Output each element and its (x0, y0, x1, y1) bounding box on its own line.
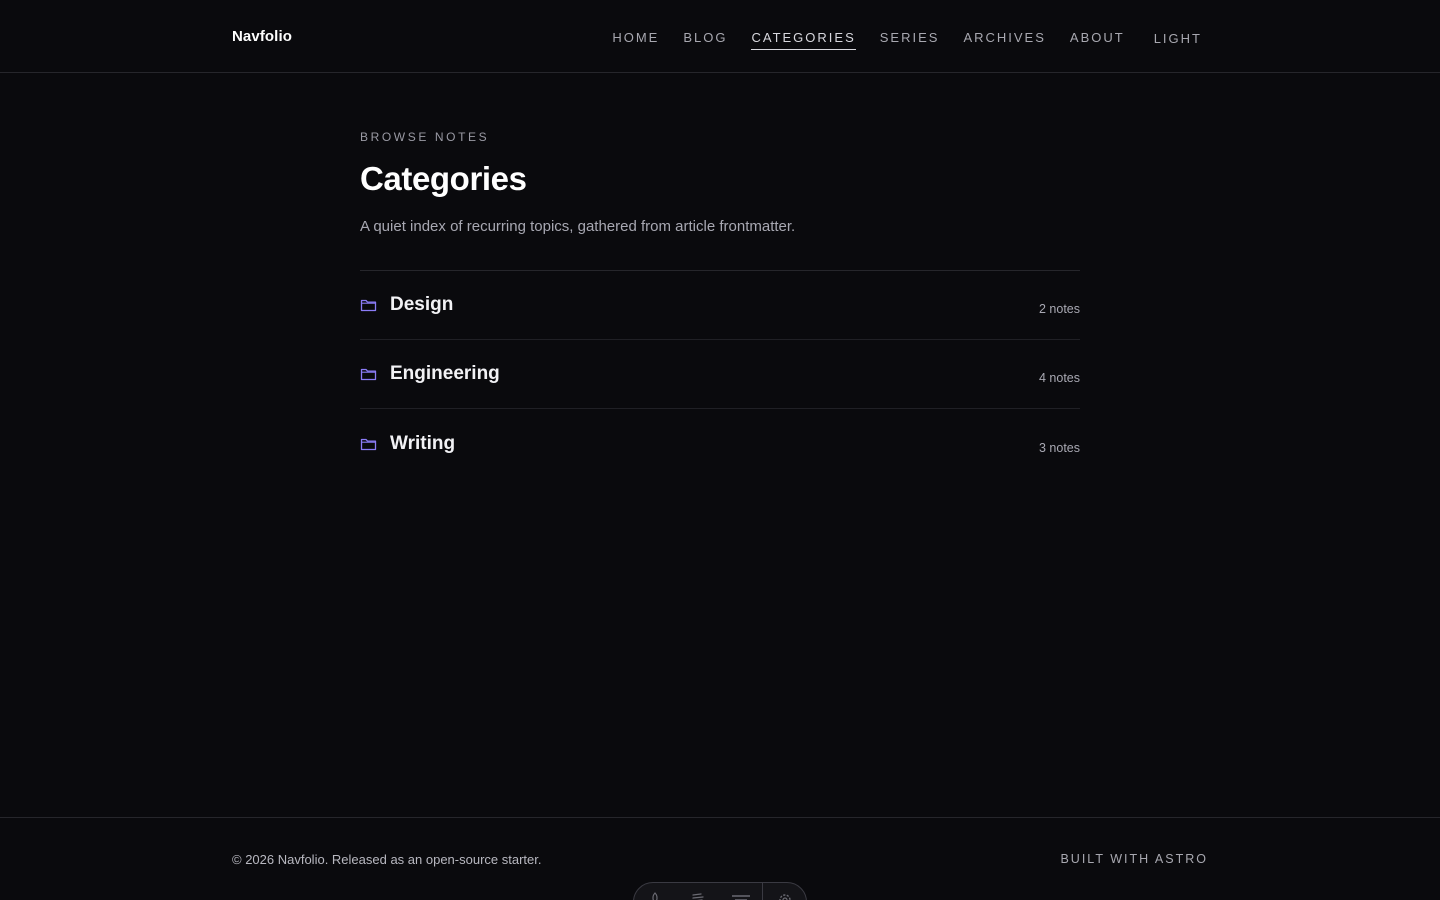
dev-toolbar-inspect-button[interactable] (677, 892, 720, 900)
folder-icon (360, 299, 377, 312)
nav-categories[interactable]: CATEGORIES (751, 30, 856, 50)
footer-copyright: © 2026 Navfolio. Released as an open-sou… (232, 852, 542, 867)
folder-icon (360, 368, 377, 381)
gear-icon (778, 894, 791, 900)
category-count: 4 notes (1038, 371, 1080, 385)
built-with-link[interactable]: BUILT WITH ASTRO (1060, 852, 1208, 866)
main-content: BROWSE NOTES Categories A quiet index of… (360, 130, 1080, 478)
category-item-writing[interactable]: Writing 3 notes (360, 409, 1080, 478)
category-count: 3 notes (1038, 440, 1080, 455)
folder-icon (360, 438, 377, 450)
brand-link[interactable]: Navfolio (232, 28, 292, 45)
site-header: Navfolio HOME BLOG CATEGORIES SERIES ARC… (0, 0, 1440, 73)
page-eyebrow: BROWSE NOTES (360, 130, 490, 144)
category-label-group: Engineering (360, 363, 500, 385)
nav-archives[interactable]: ARCHIVES (963, 30, 1045, 50)
category-list: Design 2 notes Engineering 4 notes Writi… (360, 271, 1080, 478)
rocket-icon (652, 892, 658, 900)
dev-toolbar-rocket-button[interactable] (634, 892, 677, 900)
theme-toggle-button[interactable]: LIGHT (1154, 31, 1202, 50)
category-label-group: Writing (360, 433, 455, 455)
category-count: 2 notes (1038, 302, 1080, 316)
dev-toolbar-settings-button[interactable] (763, 892, 806, 900)
page: Navfolio HOME BLOG CATEGORIES SERIES ARC… (0, 0, 1440, 900)
nav-about[interactable]: ABOUT (1070, 30, 1125, 50)
category-item-design[interactable]: Design 2 notes (360, 271, 1080, 340)
dev-toolbar-audit-button[interactable] (720, 892, 763, 900)
list-icon (731, 895, 750, 900)
category-item-engineering[interactable]: Engineering 4 notes (360, 340, 1080, 409)
page-title: Categories (360, 160, 527, 197)
nav-blog[interactable]: BLOG (683, 30, 727, 50)
category-name: Engineering (390, 363, 500, 384)
category-label-group: Design (360, 294, 453, 316)
nav-home[interactable]: HOME (612, 30, 659, 50)
menu-icon (692, 893, 704, 900)
dev-toolbar (633, 882, 807, 900)
category-name: Writing (390, 432, 456, 454)
main-nav: HOME BLOG CATEGORIES SERIES ARCHIVES ABO… (588, 30, 1202, 50)
page-description: A quiet index of recurring topics, gathe… (360, 218, 796, 235)
nav-series[interactable]: SERIES (880, 30, 940, 50)
category-name: Design (390, 294, 454, 315)
